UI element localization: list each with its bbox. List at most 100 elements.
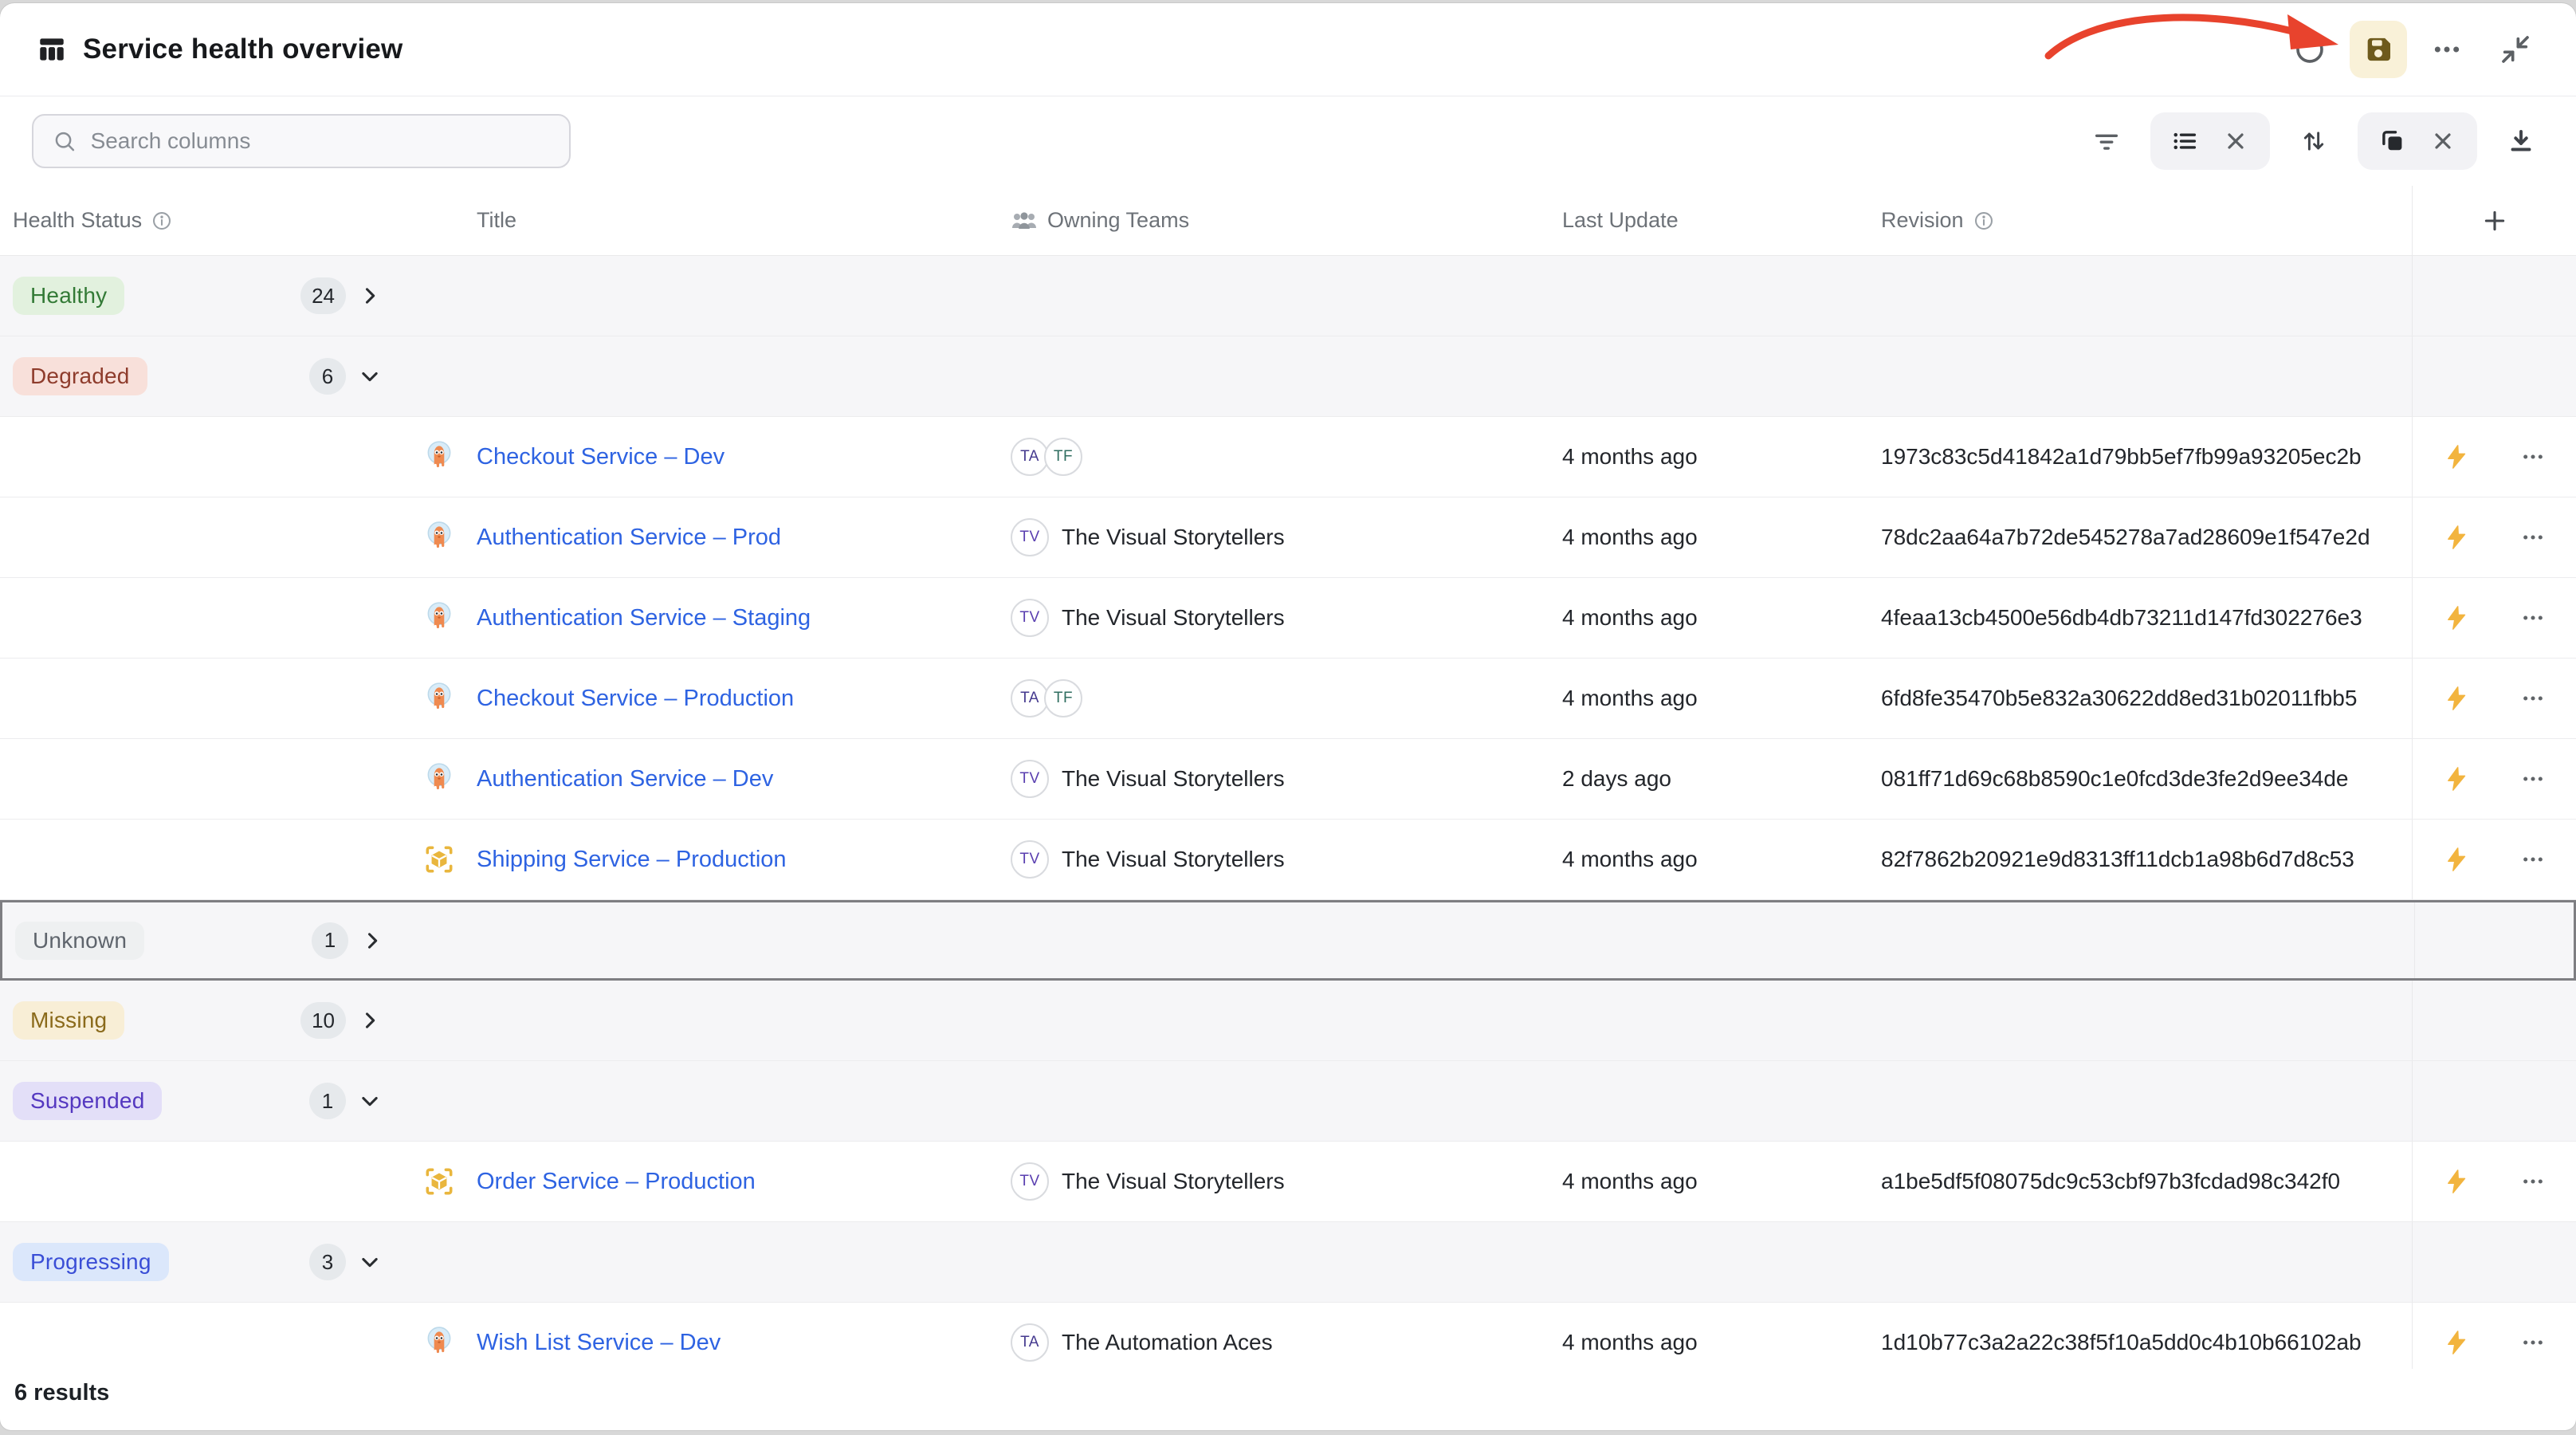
row-menu-button[interactable] — [2514, 1323, 2552, 1362]
results-count: 6 results — [14, 1380, 109, 1406]
table-widget-icon — [38, 36, 65, 63]
lightning-icon — [2443, 765, 2470, 792]
clear-grouping-button[interactable] — [2213, 118, 2259, 164]
search-input[interactable] — [91, 128, 550, 154]
chevron-down-icon[interactable] — [359, 1251, 381, 1273]
row-title-cell: Order Service – Production — [399, 1165, 992, 1198]
run-action-button[interactable] — [2437, 1162, 2476, 1201]
row-revision-cell: 4feaa13cb4500e56db4db73211d147fd302276e3 — [1881, 605, 2412, 631]
service-health-widget: Service health overview — [0, 3, 2576, 1430]
run-action-button[interactable] — [2437, 438, 2476, 476]
run-action-button[interactable] — [2437, 599, 2476, 637]
row-last-update-cell: 2 days ago — [1562, 766, 1881, 792]
entity-link[interactable]: Order Service – Production — [477, 1169, 756, 1195]
entity-link[interactable]: Authentication Service – Prod — [477, 525, 781, 551]
group-by-button[interactable] — [2369, 118, 2415, 164]
team-label: The Visual Storytellers — [1062, 525, 1285, 550]
group-by-pill — [2358, 112, 2477, 170]
clear-group-by-button[interactable] — [2420, 118, 2466, 164]
entity-link[interactable]: Checkout Service – Dev — [477, 444, 724, 470]
filter-button[interactable] — [2083, 118, 2130, 164]
table-row: Authentication Service – Staging TV The … — [0, 578, 2576, 659]
info-icon[interactable] — [151, 210, 172, 231]
chevron-right-icon[interactable] — [359, 285, 381, 307]
row-menu-button[interactable] — [2514, 1162, 2552, 1201]
team-avatar: TV — [1011, 599, 1049, 637]
octopus-icon — [422, 521, 456, 554]
column-header-owning-teams[interactable]: Owning Teams — [992, 208, 1562, 233]
row-menu-button[interactable] — [2514, 760, 2552, 798]
table-header-row: Health Status Title Owning Teams Last Up… — [0, 186, 2576, 256]
row-teams-cell: TV The Visual Storytellers — [992, 518, 1562, 556]
entity-link[interactable]: Wish List Service – Dev — [477, 1330, 721, 1356]
chevron-down-icon[interactable] — [359, 1090, 381, 1112]
table-row: Checkout Service – Dev TATF 4 months ago… — [0, 417, 2576, 497]
row-revision-cell: 78dc2aa64a7b72de545278a7ad28609e1f547e2d — [1881, 525, 2412, 550]
group-count-badge: 24 — [300, 277, 346, 314]
column-header-health-status[interactable]: Health Status — [0, 208, 399, 233]
group-count-badge: 6 — [309, 358, 346, 395]
grouping-pill — [2150, 112, 2270, 170]
row-menu-button[interactable] — [2514, 840, 2552, 879]
sort-button[interactable] — [2291, 118, 2337, 164]
team-avatar: TV — [1011, 518, 1049, 556]
search-box[interactable] — [32, 114, 571, 168]
save-button[interactable] — [2350, 21, 2407, 78]
run-action-button[interactable] — [2437, 518, 2476, 556]
row-revision-cell: 82f7862b20921e9d8313ff11dcb1a98b6d7d8c53 — [1881, 847, 2412, 872]
row-menu-button[interactable] — [2514, 438, 2552, 476]
column-header-revision[interactable]: Revision — [1881, 208, 2412, 233]
collapse-icon — [2499, 33, 2531, 65]
chevron-right-icon[interactable] — [361, 930, 383, 952]
row-title-cell: Authentication Service – Staging — [399, 601, 992, 635]
row-last-update-cell: 4 months ago — [1562, 686, 1881, 711]
entity-link[interactable]: Checkout Service – Production — [477, 686, 794, 712]
run-action-button[interactable] — [2437, 679, 2476, 718]
row-last-update-cell: 4 months ago — [1562, 1169, 1881, 1194]
run-action-button[interactable] — [2437, 840, 2476, 879]
row-revision-cell: 1973c83c5d41842a1d79bb5ef7fb99a93205ec2b — [1881, 444, 2412, 470]
more-options-button[interactable] — [2418, 21, 2476, 78]
table-row: Shipping Service – Production TV The Vis… — [0, 820, 2576, 900]
column-header-last-update[interactable]: Last Update — [1562, 208, 1881, 233]
team-avatar: TA — [1011, 438, 1049, 476]
table-row: Checkout Service – Production TATF 4 mon… — [0, 659, 2576, 739]
group-row-progressing[interactable]: Progressing 3 — [0, 1222, 2576, 1303]
column-header-title[interactable]: Title — [399, 208, 992, 233]
entity-link[interactable]: Shipping Service – Production — [477, 847, 787, 873]
row-teams-cell: TATF — [992, 679, 1562, 718]
info-icon[interactable] — [1973, 210, 1994, 231]
collapse-button[interactable] — [2487, 21, 2544, 78]
run-action-button[interactable] — [2437, 760, 2476, 798]
filter-icon — [2092, 127, 2121, 155]
group-row-healthy[interactable]: Healthy 24 — [0, 256, 2576, 336]
toolbar-actions — [2083, 112, 2544, 170]
chevron-right-icon[interactable] — [359, 1009, 381, 1032]
group-health-cell: Suspended 1 — [0, 1061, 399, 1141]
entity-link[interactable]: Authentication Service – Dev — [477, 766, 773, 792]
run-action-button[interactable] — [2437, 1323, 2476, 1362]
group-row-missing[interactable]: Missing 10 — [0, 981, 2576, 1061]
group-list-button[interactable] — [2162, 118, 2208, 164]
lightning-icon — [2443, 846, 2470, 873]
team-label: The Visual Storytellers — [1062, 605, 1285, 631]
close-icon — [2223, 128, 2248, 154]
list-icon — [2170, 127, 2199, 155]
group-row-unknown[interactable]: Unknown 1 — [0, 900, 2576, 981]
cube-icon — [422, 843, 456, 876]
group-row-degraded[interactable]: Degraded 6 — [0, 336, 2576, 417]
ellipsis-icon — [2520, 605, 2546, 631]
add-column-button[interactable] — [2476, 202, 2514, 240]
row-actions-cell — [2412, 820, 2576, 899]
row-menu-button[interactable] — [2514, 599, 2552, 637]
lightning-icon — [2443, 604, 2470, 631]
group-row-suspended[interactable]: Suspended 1 — [0, 1061, 2576, 1142]
row-menu-button[interactable] — [2514, 679, 2552, 718]
entity-link[interactable]: Authentication Service – Staging — [477, 605, 811, 631]
group-spacer-actions — [2412, 336, 2576, 416]
group-health-cell: Unknown 1 — [2, 902, 401, 978]
download-button[interactable] — [2498, 118, 2544, 164]
undo-button[interactable] — [2281, 21, 2338, 78]
row-menu-button[interactable] — [2514, 518, 2552, 556]
chevron-down-icon[interactable] — [359, 365, 381, 387]
